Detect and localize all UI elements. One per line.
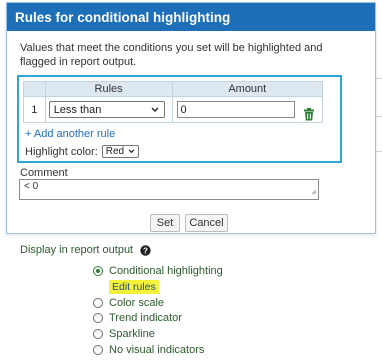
option-label: Conditional highlighting <box>109 265 223 277</box>
display-section-label: Display in report output ? <box>20 244 151 256</box>
option-label: No visual indicators <box>109 344 205 356</box>
rule-index: 1 <box>23 96 46 123</box>
radio-icon[interactable] <box>93 298 103 308</box>
comment-textarea[interactable]: < 0 <box>19 179 319 200</box>
condition-value: Less than <box>53 104 102 116</box>
comment-label: Comment <box>20 167 68 179</box>
option-color-scale[interactable]: Color scale <box>93 297 164 309</box>
rules-column-header: Rules <box>44 81 173 97</box>
rules-panel: Rules Amount 1 Less than 0 + Add another… <box>17 75 342 163</box>
option-label: Color scale <box>109 297 165 309</box>
rule-row: 1 Less than 0 <box>23 96 324 123</box>
option-trend-indicator[interactable]: Trend indicator <box>93 312 182 324</box>
radio-icon[interactable] <box>93 313 103 323</box>
highlight-color-row: Highlight color: Red <box>25 145 139 158</box>
resize-handle-icon[interactable] <box>311 187 317 198</box>
add-rule-link[interactable]: + Add another rule <box>25 128 115 140</box>
highlight-color-value: Red <box>105 146 125 157</box>
condition-select[interactable]: Less than <box>48 101 165 118</box>
option-sparkline[interactable]: Sparkline <box>93 328 155 340</box>
rules-table: Rules Amount 1 Less than 0 <box>23 81 324 123</box>
display-label-text: Display in report output <box>20 244 134 256</box>
option-label: Sparkline <box>109 328 155 340</box>
dialog-title: Rules for conditional highlighting <box>7 3 375 31</box>
svg-text:?: ? <box>143 246 148 255</box>
conditional-highlighting-dialog: Rules for conditional highlighting Value… <box>6 2 376 234</box>
radio-icon[interactable] <box>93 329 103 339</box>
highlight-color-select[interactable]: Red <box>101 145 139 158</box>
highlight-color-label: Highlight color: <box>25 145 98 158</box>
option-conditional-highlighting[interactable]: Conditional highlighting <box>93 265 223 277</box>
set-button[interactable]: Set <box>150 214 180 232</box>
option-label: Trend indicator <box>109 312 182 324</box>
cancel-button[interactable]: Cancel <box>185 214 228 232</box>
amount-input[interactable]: 0 <box>176 101 295 118</box>
edit-rules-link[interactable]: Edit rules <box>109 280 159 294</box>
help-icon[interactable]: ? <box>140 244 151 256</box>
amount-column-header: Amount <box>171 81 324 97</box>
index-header <box>23 81 46 97</box>
trash-icon[interactable] <box>303 108 315 121</box>
dialog-intro: Values that meet the conditions you set … <box>20 42 323 68</box>
option-no-visual-indicators[interactable]: No visual indicators <box>93 344 204 356</box>
comment-value: < 0 <box>24 181 39 192</box>
radio-selected-icon[interactable] <box>93 266 103 276</box>
radio-icon[interactable] <box>93 345 103 355</box>
